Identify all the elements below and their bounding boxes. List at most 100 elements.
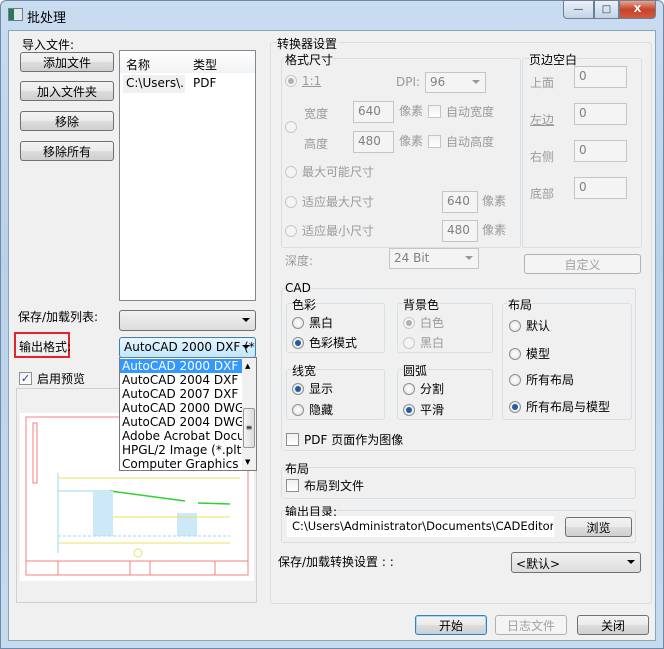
option-dxf-2000[interactable]: AutoCAD 2000 DXF (*.dxf) <box>120 359 242 373</box>
add-folder-button[interactable]: 加入文件夹 <box>20 81 114 101</box>
radio-bg-white[interactable]: 白色 <box>403 314 444 331</box>
start-button[interactable]: 开始 <box>415 615 487 635</box>
radio-arc-smooth[interactable]: 平滑 <box>403 401 444 418</box>
option-dxf-2004[interactable]: AutoCAD 2004 DXF (*.dxf) <box>120 373 242 387</box>
format-size-title: 格式尺寸 <box>285 51 334 68</box>
radio-all-layouts[interactable]: 所有布局 <box>509 371 574 388</box>
remove-all-button[interactable]: 移除所有 <box>20 141 114 161</box>
lineweight-hide-label: 隐藏 <box>309 403 334 417</box>
radio-icon <box>292 382 304 395</box>
save-load-settings-combo[interactable]: <默认> <box>511 552 641 573</box>
column-name[interactable]: 名称 <box>126 56 150 73</box>
radio-layout-default[interactable]: 默认 <box>509 317 550 334</box>
margins-title: 页边空白 <box>529 51 578 68</box>
output-dir-input[interactable]: C:\Users\Administrator\Documents\CADEdit… <box>287 516 554 537</box>
output-format-combo[interactable]: AutoCAD 2000 DXF (*.dxf) <box>119 337 256 358</box>
fit-max-input[interactable]: 640 <box>442 191 478 213</box>
width-input[interactable]: 640 <box>353 101 394 123</box>
save-load-settings-label: 保存/加载转换设置 : : <box>278 555 394 569</box>
margin-bottom-input[interactable]: 0 <box>574 177 627 199</box>
check-icon: ✓ <box>19 372 32 385</box>
radio-custom-size[interactable] <box>285 121 297 133</box>
fit-min-label: 适应最小尺寸 <box>302 224 375 238</box>
add-file-button[interactable]: 添加文件 <box>20 52 114 72</box>
radio-fit-max[interactable]: 适应最大尺寸 <box>285 193 374 210</box>
option-dwg-2004[interactable]: AutoCAD 2004 DWG (*.dwg) <box>120 415 242 429</box>
minimize-button[interactable]: — <box>563 0 594 19</box>
layout-model-label: 模型 <box>526 347 551 361</box>
dpi-label: DPI: <box>396 75 421 89</box>
radio-fit-min[interactable]: 适应最小尺寸 <box>285 222 374 239</box>
checkbox-icon <box>286 433 299 446</box>
dpi-combo[interactable]: 96 <box>425 72 486 93</box>
lineweight-show-label: 显示 <box>309 382 334 396</box>
option-pdf[interactable]: Adobe Acrobat Document <box>120 429 242 443</box>
radio-lineweight-show[interactable]: 显示 <box>292 380 333 397</box>
file-list[interactable]: 名称 类型 C:\Users\... PDF <box>119 50 256 301</box>
checkbox-icon <box>286 479 299 492</box>
height-input[interactable]: 480 <box>353 131 394 153</box>
radio-arc-split[interactable]: 分割 <box>403 380 444 397</box>
radio-one-to-one[interactable]: 1:1 <box>285 74 321 88</box>
dpi-value: 96 <box>430 75 446 89</box>
browse-button[interactable]: 浏览 <box>565 517 632 537</box>
layout-mode-title: 布局 <box>508 296 533 313</box>
file-type-cell: PDF <box>193 76 217 90</box>
scroll-down-icon[interactable]: ▼ <box>245 458 250 466</box>
margin-left-label: 左边 <box>530 113 555 127</box>
radio-color-bw[interactable]: 黑白 <box>292 314 333 331</box>
radio-icon <box>285 224 297 237</box>
radio-bg-black[interactable]: 黑白 <box>403 334 444 351</box>
option-dxf-2007[interactable]: AutoCAD 2007 DXF (*.dxf) <box>120 387 242 401</box>
file-name-cell[interactable]: C:\Users\... <box>123 75 185 93</box>
radio-all-layouts-model[interactable]: 所有布局与模型 <box>509 398 610 415</box>
enable-preview-checkbox[interactable]: ✓ 启用预览 <box>19 370 85 387</box>
fit-min-px-label: 像素 <box>482 223 507 237</box>
import-label: 导入文件: <box>22 38 75 52</box>
layout-to-file-checkbox[interactable]: 布局到文件 <box>286 477 364 494</box>
bg-white-label: 白色 <box>420 316 445 330</box>
log-file-button[interactable]: 日志文件 <box>495 615 567 635</box>
save-load-list-combo[interactable] <box>119 310 256 331</box>
close-window-button[interactable]: X <box>619 0 656 19</box>
app-icon <box>8 8 23 21</box>
layout-title: 布局 <box>285 460 310 477</box>
pdf-as-image-checkbox[interactable]: PDF 页面作为图像 <box>286 431 403 448</box>
depth-combo[interactable]: 24 Bit <box>389 248 479 269</box>
remove-button[interactable]: 移除 <box>20 111 114 131</box>
radio-max-possible[interactable]: 最大可能尺寸 <box>285 163 374 180</box>
column-type[interactable]: 类型 <box>193 56 217 73</box>
custom-button[interactable]: 自定义 <box>524 254 641 274</box>
option-hpgl[interactable]: HPGL/2 Image (*.plt) <box>120 443 242 457</box>
radio-icon <box>285 195 297 208</box>
auto-height-checkbox[interactable]: 自动高度 <box>428 133 494 150</box>
margin-right-input[interactable]: 0 <box>574 140 627 162</box>
chevron-down-icon <box>627 560 635 564</box>
scroll-thumb[interactable]: ≡ <box>243 408 255 448</box>
option-dwg-2000[interactable]: AutoCAD 2000 DWG (*.dwg) <box>120 401 242 415</box>
fit-max-px-label: 像素 <box>482 194 507 208</box>
maximize-button[interactable]: □ <box>594 0 619 19</box>
radio-color-mode[interactable]: 色彩模式 <box>292 334 357 351</box>
output-format-dropdown[interactable]: AutoCAD 2000 DXF (*.dxf) AutoCAD 2004 DX… <box>119 357 257 471</box>
margin-top-input[interactable]: 0 <box>574 66 627 88</box>
all-layouts-model-label: 所有布局与模型 <box>526 400 611 414</box>
radio-icon <box>285 165 297 178</box>
scroll-up-icon[interactable]: ▲ <box>245 362 250 370</box>
pdf-as-image-label: PDF 页面作为图像 <box>304 433 404 447</box>
radio-icon <box>403 403 415 416</box>
margin-bottom-label: 底部 <box>530 187 555 201</box>
checkbox-icon <box>428 135 441 148</box>
margin-left-input[interactable]: 0 <box>574 103 627 125</box>
radio-layout-model[interactable]: 模型 <box>509 345 550 362</box>
radio-lineweight-hide[interactable]: 隐藏 <box>292 401 333 418</box>
dropdown-scrollbar[interactable]: ▲ ≡ ▼ <box>242 358 256 470</box>
close-button[interactable]: 关闭 <box>577 615 649 635</box>
fit-min-input[interactable]: 480 <box>442 220 478 242</box>
auto-width-checkbox[interactable]: 自动宽度 <box>428 103 494 120</box>
radio-icon <box>509 400 521 413</box>
margin-top-label: 上面 <box>530 76 555 90</box>
option-cgm[interactable]: Computer Graphics Metafile <box>120 457 242 471</box>
width-label: 宽度 <box>304 107 329 121</box>
chevron-down-icon <box>472 80 480 84</box>
